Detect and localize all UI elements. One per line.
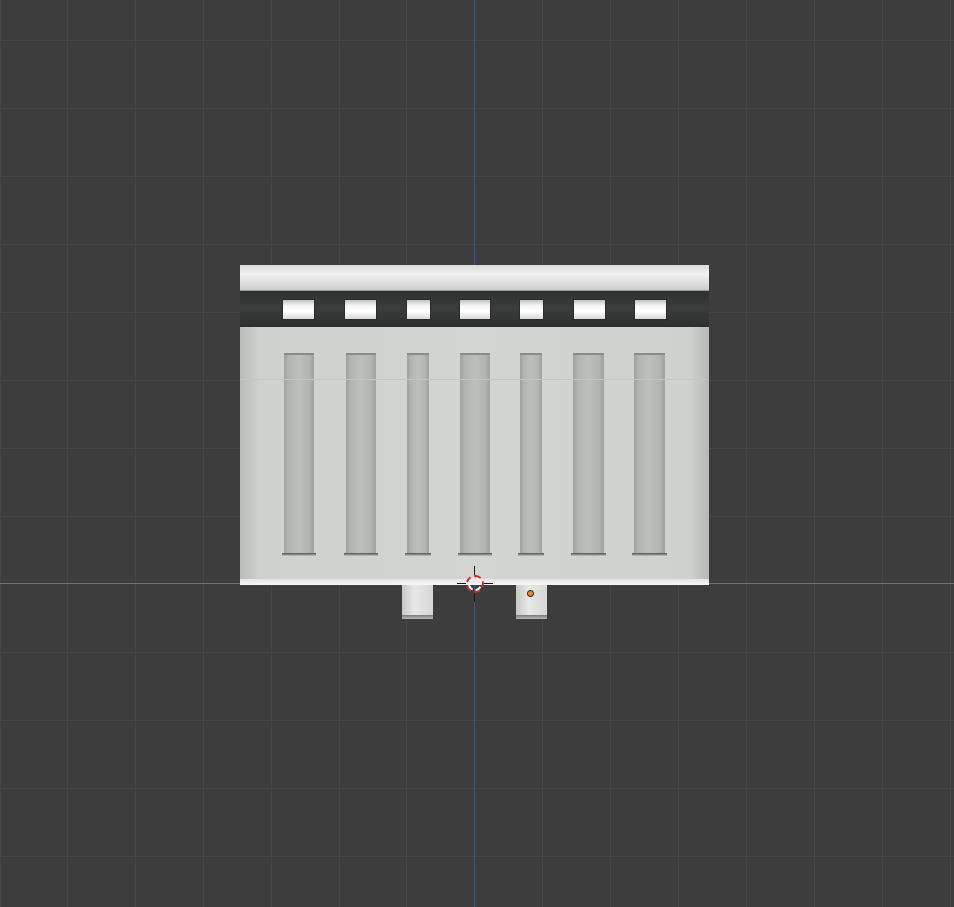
building-facade-model[interactable] <box>240 265 709 619</box>
3d-viewport[interactable] <box>0 0 954 907</box>
facade-window <box>574 300 605 319</box>
facade-window-band <box>240 291 709 327</box>
object-origin-icon[interactable] <box>528 591 533 596</box>
facade-pillar-slot <box>405 353 431 557</box>
support-leg-right <box>516 585 547 619</box>
grid-line-horizontal <box>0 720 954 721</box>
facade-pillar-slot <box>518 353 544 557</box>
grid-line-vertical <box>882 0 883 907</box>
facade-top-cap <box>240 265 709 291</box>
facade-window <box>407 300 430 319</box>
grid-line-vertical <box>746 0 747 907</box>
grid-line-vertical <box>203 0 204 907</box>
cursor-crosshair-right <box>484 583 493 584</box>
grid-line-vertical <box>814 0 815 907</box>
facade-window <box>283 300 314 319</box>
grid-line-vertical <box>0 0 1 907</box>
grid-line-vertical <box>950 0 951 907</box>
facade-pillar-slot <box>282 353 316 557</box>
grid-line-horizontal <box>0 856 954 857</box>
grid-line-vertical <box>135 0 136 907</box>
cursor-crosshair-bottom <box>474 593 475 602</box>
facade-window <box>520 300 543 319</box>
support-leg-left <box>402 585 433 619</box>
facade-pillar-slot <box>632 353 667 557</box>
facade-body-panel <box>240 327 709 579</box>
3d-cursor-icon[interactable] <box>465 574 485 594</box>
grid-line-horizontal <box>0 40 954 41</box>
facade-window <box>345 300 376 319</box>
grid-line-horizontal <box>0 652 954 653</box>
facade-pillar-slot <box>458 353 492 557</box>
cursor-crosshair-left <box>457 583 466 584</box>
grid-line-horizontal <box>0 176 954 177</box>
3d-cursor-ring <box>465 574 485 594</box>
facade-window <box>460 300 490 319</box>
grid-line-horizontal <box>0 244 954 245</box>
cursor-crosshair-top <box>474 566 475 575</box>
grid-line-horizontal <box>0 788 954 789</box>
facade-pillar-slot <box>344 353 378 557</box>
facade-pillar-slot <box>571 353 606 557</box>
grid-line-horizontal <box>0 108 954 109</box>
grid-line-vertical <box>67 0 68 907</box>
facade-window <box>635 300 666 319</box>
